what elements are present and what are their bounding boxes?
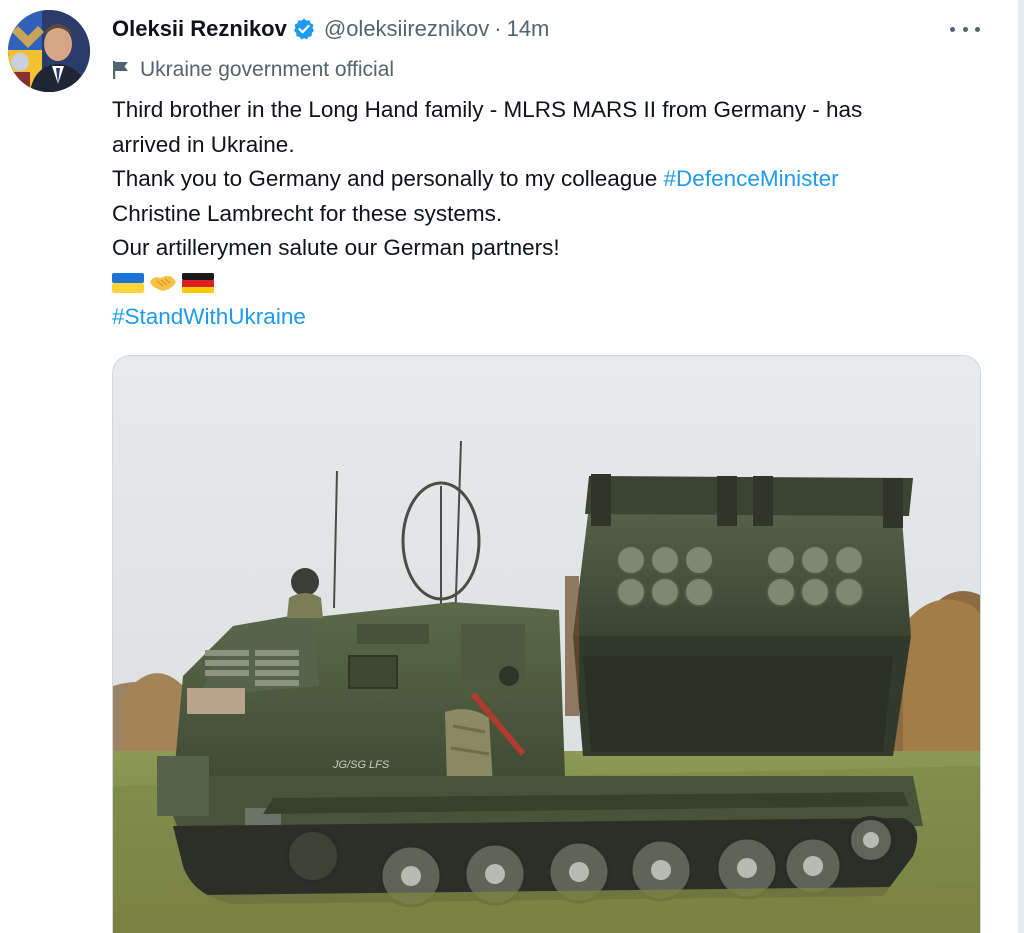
tweet-timestamp[interactable]: 14m (507, 16, 550, 42)
tweet-header: Oleksii Reznikov @oleksiireznikov · 14m (112, 12, 549, 46)
author-avatar[interactable] (8, 10, 90, 92)
tweet-card[interactable]: Oleksii Reznikov @oleksiireznikov · 14m … (0, 0, 1024, 933)
separator-dot: · (494, 16, 502, 41)
tweet-line: Our artillerymen salute our German partn… (112, 235, 560, 260)
ukraine-flag-icon (112, 272, 144, 293)
svg-text:JG/SG LFS: JG/SG LFS (332, 759, 390, 771)
hashtag-defence-minister[interactable]: #DefenceMinister (664, 162, 839, 197)
more-options-icon[interactable] (950, 18, 980, 40)
tweet-line: #StandWithUkraine (112, 300, 992, 335)
scroll-edge (1018, 0, 1024, 933)
tweet-line-text: Thank you to Germany and personally to m… (112, 166, 664, 191)
flag-icon (113, 61, 128, 79)
government-label-text: Ukraine government official (140, 58, 395, 81)
handshake-icon (150, 275, 176, 291)
tweet-line: Christine Lambrecht for these systems. (112, 200, 503, 226)
hashtag-stand-with-ukraine[interactable]: #StandWithUkraine (112, 300, 306, 335)
tweet-photo[interactable]: JG/SG LFS (112, 355, 981, 933)
tweet-text: Third brother in the Long Hand family - … (112, 93, 992, 335)
author-handle[interactable]: @oleksiireznikov (324, 16, 489, 42)
tweet-line: Third brother in the Long Hand family - … (112, 97, 863, 122)
author-name[interactable]: Oleksii Reznikov (112, 16, 287, 42)
tweet-line: arrived in Ukraine. (112, 131, 295, 157)
government-label[interactable]: Ukraine government official (112, 56, 394, 84)
emoji-row (112, 266, 992, 301)
tweet-line: Thank you to Germany and personally to m… (112, 162, 992, 197)
germany-flag-icon (182, 272, 214, 293)
verified-badge-icon (292, 17, 316, 41)
